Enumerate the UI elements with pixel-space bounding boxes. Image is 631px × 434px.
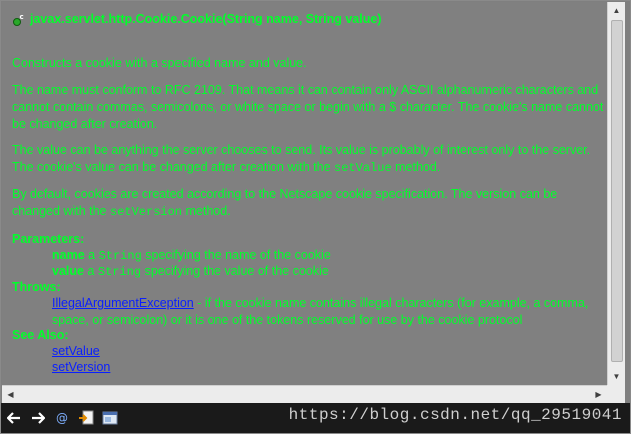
javadoc-hover-window: c javax.servlet.http.Cookie.Cookie(Strin… <box>0 0 631 434</box>
param-value-text-a: a <box>83 264 98 278</box>
doc-version-paragraph: By default, cookies are created accordin… <box>12 186 607 221</box>
see-also-setvalue-link[interactable]: setValue <box>52 344 100 358</box>
back-arrow-icon[interactable] <box>3 407 25 429</box>
doc-version-code: setVersion <box>110 205 183 219</box>
scroll-up-arrow-icon[interactable]: ▲ <box>608 2 625 19</box>
javadoc-content: c javax.servlet.http.Cookie.Cookie(Strin… <box>2 2 607 385</box>
doc-value-text-a: The value can be anything the server cho… <box>12 143 591 174</box>
see-also-label: See Also: <box>12 328 69 342</box>
scrollbar-corner <box>607 385 625 403</box>
doc-value-text-b: method. <box>391 160 441 174</box>
scroll-down-arrow-icon[interactable]: ▼ <box>608 368 625 385</box>
throws-label: Throws: <box>12 280 61 294</box>
param-name-text-a: a <box>84 248 99 262</box>
vertical-scroll-thumb[interactable] <box>611 20 623 362</box>
scroll-left-arrow-icon[interactable]: ◀ <box>2 386 19 403</box>
doc-version-text-b: method. <box>182 204 231 218</box>
see-also-setversion-link[interactable]: setVersion <box>52 360 110 374</box>
scroll-right-arrow-icon[interactable]: ▶ <box>590 386 607 403</box>
svg-text:c: c <box>20 13 24 21</box>
param-name-type: String <box>98 249 142 263</box>
doc-value-code: setValue <box>334 161 392 175</box>
forward-arrow-icon[interactable] <box>27 407 49 429</box>
doc-name-rules: The name must conform to RFC 2109. That … <box>12 83 604 131</box>
open-browser-icon[interactable] <box>99 407 121 429</box>
param-value-label: value <box>52 264 84 278</box>
svg-text:@: @ <box>56 411 68 425</box>
illegal-argument-exception-link[interactable]: IllegalArgumentException <box>52 296 194 310</box>
doc-value-paragraph: The value can be anything the server cho… <box>12 142 607 177</box>
open-declaration-icon[interactable] <box>75 407 97 429</box>
constructor-icon: c <box>13 13 24 26</box>
horizontal-scrollbar[interactable]: ◀ ▶ <box>2 385 607 403</box>
throws-entry: IllegalArgumentException - if the cookie… <box>52 295 607 329</box>
param-value-type: String <box>97 265 142 279</box>
param-name-desc: specifying the name of the cookie <box>141 248 331 262</box>
watermark-text: https://blog.csdn.net/qq_29519041 <box>288 406 622 424</box>
javadoc-at-icon[interactable]: @ <box>51 407 73 429</box>
doc-version-text-a: By default, cookies are created accordin… <box>12 187 558 218</box>
doc-summary: Constructs a cookie with a specified nam… <box>12 56 307 70</box>
see-also-item: setValue <box>52 343 607 360</box>
parameters-label: Parameters: <box>12 232 85 246</box>
see-also-item: setVersion <box>52 359 607 376</box>
doc-title: c javax.servlet.http.Cookie.Cookie(Strin… <box>12 11 381 28</box>
param-value-desc: specifying the value of the cookie <box>141 264 329 278</box>
doc-title-text: javax.servlet.http.Cookie.Cookie(String … <box>30 12 382 26</box>
vertical-scrollbar[interactable]: ▲ ▼ <box>607 2 625 385</box>
param-name-label: name <box>52 248 85 262</box>
